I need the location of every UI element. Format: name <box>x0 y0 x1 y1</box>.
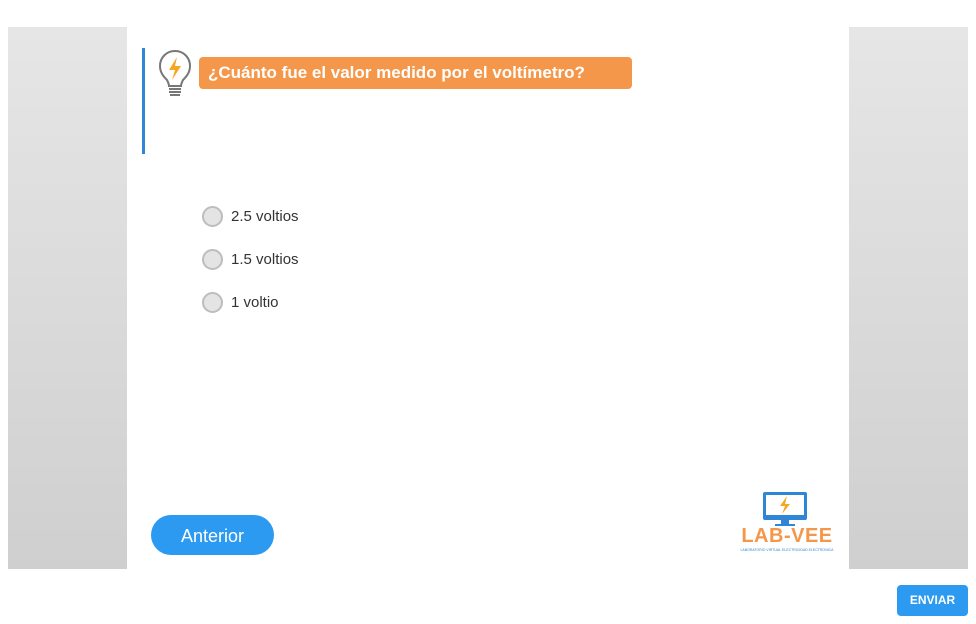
logo-name: LAB-VEE <box>741 525 833 547</box>
question-title: ¿Cuánto fue el valor medido por el voltí… <box>199 57 632 89</box>
submit-button[interactable]: ENVIAR <box>897 585 968 616</box>
quiz-slide: ¿Cuánto fue el valor medido por el voltí… <box>127 27 849 569</box>
option-2-5-voltios[interactable]: 2.5 voltios <box>202 203 299 229</box>
logo-subtitle: LABORATORIO VIRTUAL ELECTRICIDAD ELECTRO… <box>740 548 834 552</box>
radio-button[interactable] <box>202 248 223 270</box>
answer-options: 2.5 voltios 1.5 voltios 1 voltio <box>202 203 299 332</box>
option-1-voltio[interactable]: 1 voltio <box>202 289 299 315</box>
option-label: 1.5 voltios <box>231 250 299 268</box>
radio-button[interactable] <box>202 205 223 227</box>
previous-button[interactable]: Anterior <box>151 515 274 555</box>
option-label: 1 voltio <box>231 293 279 311</box>
option-1-5-voltios[interactable]: 1.5 voltios <box>202 246 299 272</box>
radio-button[interactable] <box>202 291 223 313</box>
option-label: 2.5 voltios <box>231 207 299 225</box>
accent-bar <box>142 48 145 154</box>
monitor-bolt-icon <box>763 492 807 526</box>
lab-vee-logo: LAB-VEE LABORATORIO VIRTUAL ELECTRICIDAD… <box>739 490 835 554</box>
lightbulb-bolt-icon <box>158 49 192 96</box>
